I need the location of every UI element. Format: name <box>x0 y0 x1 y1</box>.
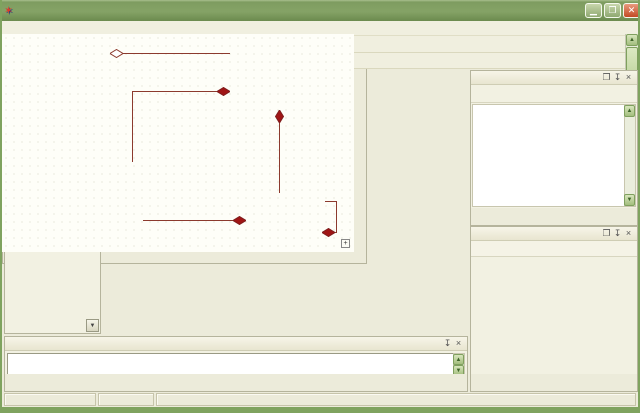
scroll-up-icon[interactable]: ▲ <box>626 34 638 46</box>
tree-scrollbar[interactable]: ▲ ▼ <box>624 104 636 207</box>
close-button[interactable]: ✕ <box>623 3 640 18</box>
status-cell <box>98 393 154 406</box>
edge-addressbook-contact-h[interactable] <box>132 91 218 92</box>
edge-addressbook-account[interactable] <box>123 53 230 54</box>
aggregation-diamond-icon <box>110 49 123 58</box>
title-bar[interactable]: ✶ ▁ ❐ ✕ <box>0 0 640 21</box>
app-logo-icon: ✶ <box>4 4 18 18</box>
output-tabs <box>5 374 467 391</box>
status-bar <box>2 392 638 407</box>
diagram-canvas[interactable]: + <box>2 34 354 252</box>
scroll-up-icon[interactable]: ▲ <box>453 354 464 365</box>
minimize-button[interactable]: ▁ <box>585 3 602 18</box>
output-header: ↧ × <box>5 337 467 351</box>
pin-icon[interactable]: ↧ <box>612 72 623 83</box>
edge-contact-contactgroup[interactable] <box>143 220 233 221</box>
properties-subject <box>471 241 637 257</box>
expand-button[interactable]: + <box>341 239 350 248</box>
model-tree <box>472 104 626 207</box>
model-explorer-header: ❐ ↧ × <box>471 71 637 85</box>
model-explorer-toolbar <box>471 85 637 103</box>
composition-diamond-icon <box>275 110 284 123</box>
explorer-tabs <box>471 208 637 225</box>
float-icon[interactable]: ❐ <box>601 72 612 83</box>
composition-diamond-icon <box>217 87 230 96</box>
scroll-down-icon[interactable]: ▼ <box>624 194 635 206</box>
status-text <box>156 393 636 406</box>
pin-icon[interactable]: ↧ <box>442 338 453 349</box>
close-icon[interactable]: × <box>453 338 464 349</box>
close-icon[interactable]: × <box>623 228 634 239</box>
edge-addressbook-contactgroup[interactable] <box>279 122 280 193</box>
edge-addressbook-contact-v[interactable] <box>132 91 133 162</box>
document-area: ↧ × + ▲ ▼ <box>2 0 367 264</box>
composition-diamond-icon <box>233 216 246 225</box>
float-icon[interactable]: ❐ <box>601 228 612 239</box>
status-cell <box>4 393 96 406</box>
staruml-window: ✶ ▁ ❐ ✕ ▼ ▼ ▼ ↧ × ▾ <box>0 0 640 413</box>
composition-diamond-icon <box>322 228 335 237</box>
toolbox-scroll-down-button[interactable]: ▼ <box>86 319 99 332</box>
properties-tabs <box>471 374 637 391</box>
model-explorer-panel: ❐ ↧ × ▲ ▼ <box>470 70 638 226</box>
properties-header: ❐ ↧ × <box>471 227 637 241</box>
edge-contactgroup-self-b[interactable] <box>336 201 337 233</box>
output-panel: ↧ × ▲ ▼ <box>4 336 468 392</box>
close-icon[interactable]: × <box>623 72 634 83</box>
maximize-button[interactable]: ❐ <box>604 3 621 18</box>
pin-icon[interactable]: ↧ <box>612 228 623 239</box>
properties-panel: ❐ ↧ × <box>470 226 638 392</box>
scroll-up-icon[interactable]: ▲ <box>624 105 635 117</box>
